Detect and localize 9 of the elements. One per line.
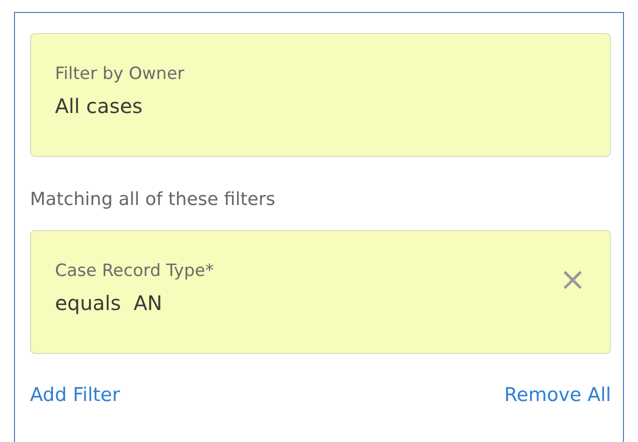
add-filter-link[interactable]: Add Filter	[30, 384, 120, 406]
filter-value: All cases	[55, 94, 143, 118]
remove-all-link[interactable]: Remove All	[504, 384, 611, 406]
filter-card[interactable]: Case Record Type* equals AN ×	[30, 230, 611, 354]
owner-filter-card[interactable]: Filter by Owner All cases	[30, 33, 611, 157]
section-label: Matching all of these filters	[30, 189, 276, 210]
filter-label: Case Record Type*	[55, 261, 215, 281]
filter-label: Filter by Owner	[55, 64, 184, 84]
filter-value: equals AN	[55, 291, 164, 315]
